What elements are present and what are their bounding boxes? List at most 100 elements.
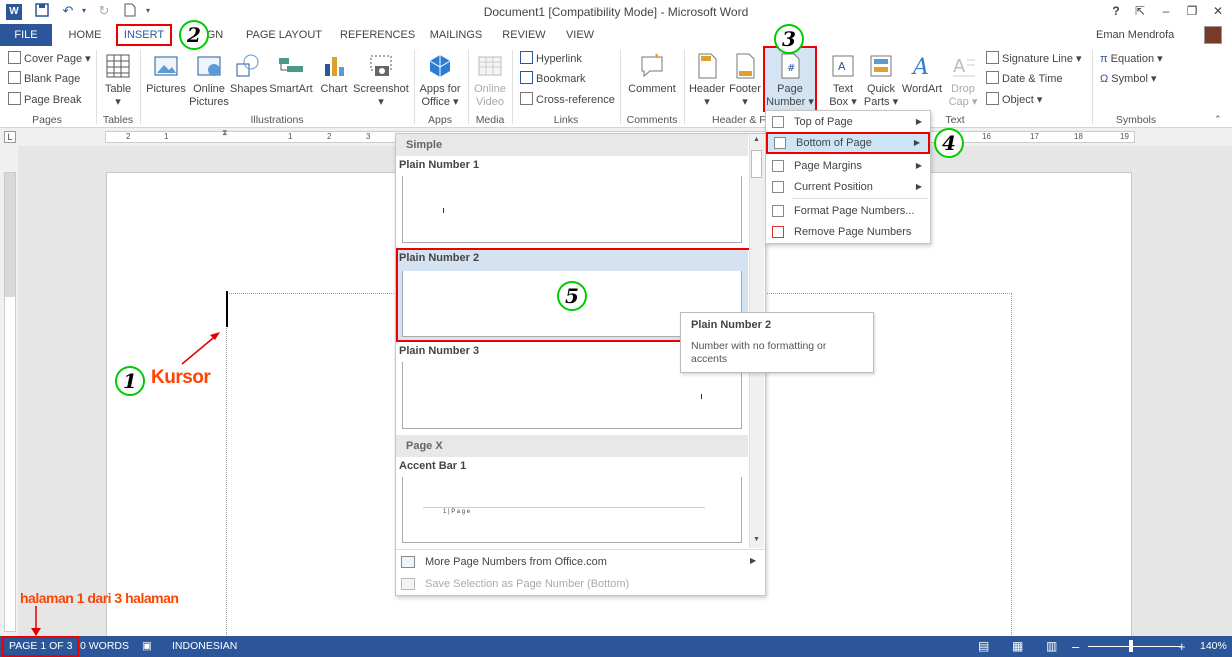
indent-marker-icon[interactable]: ⧗ — [222, 128, 230, 146]
cross-reference-icon — [520, 92, 533, 105]
comment-icon — [641, 53, 663, 78]
vertical-ruler[interactable] — [4, 172, 16, 632]
menu-divider — [792, 198, 928, 199]
object-icon — [986, 92, 999, 105]
tab-home[interactable]: HOME — [64, 24, 106, 46]
ribbon-display-options-icon[interactable]: ⇱ — [1130, 2, 1150, 20]
object-button[interactable]: Object ▾ — [986, 91, 1042, 109]
menu-item-current-position[interactable]: Current Position ▶ — [766, 176, 930, 198]
group-label-links: Links — [553, 114, 579, 126]
more-page-numbers-item[interactable]: More Page Numbers from Office.com — [425, 556, 607, 568]
page-break-button[interactable]: Page Break — [8, 91, 81, 109]
menu-item-format-page-numbers[interactable]: Format Page Numbers... — [766, 200, 930, 222]
cover-page-button[interactable]: Cover Page ▾ — [8, 50, 91, 68]
screenshot-button[interactable]: Screenshot ▾ — [352, 52, 410, 109]
tab-selector[interactable]: L — [4, 131, 16, 143]
text-box-icon: A — [832, 55, 854, 77]
zoom-slider[interactable] — [1088, 646, 1182, 647]
symbol-button[interactable]: Ω Symbol ▾ — [1100, 70, 1157, 88]
submenu-arrow-icon: ▶ — [915, 182, 922, 191]
word-count-status[interactable]: 0 WORDS — [80, 636, 129, 657]
zoom-slider-knob[interactable] — [1129, 640, 1134, 652]
tab-mailings[interactable]: MAILINGS — [426, 24, 486, 46]
shapes-button[interactable]: Shapes — [230, 52, 267, 96]
tab-file[interactable]: FILE — [0, 24, 52, 46]
quick-parts-button[interactable]: Quick Parts ▾ — [862, 52, 900, 109]
tooltip-description: Number with no formatting or accents — [691, 340, 827, 365]
bookmark-button[interactable]: Bookmark — [520, 70, 586, 88]
menu-item-page-margins[interactable]: Page Margins ▶ — [766, 155, 930, 177]
tab-review[interactable]: REVIEW — [500, 24, 548, 46]
wordart-button[interactable]: A WordArt — [900, 52, 944, 96]
web-layout-icon[interactable]: ▥ — [1046, 636, 1057, 657]
zoom-out-icon[interactable]: – — [1072, 636, 1079, 657]
print-layout-icon[interactable]: ▦ — [1012, 636, 1023, 657]
help-button[interactable]: ? — [1106, 2, 1126, 20]
tooltip: Plain Number 2 Number with no formatting… — [680, 312, 874, 373]
group-separator — [1092, 50, 1093, 124]
page-number-icon: # — [781, 53, 800, 79]
restore-button[interactable]: ❐ — [1182, 2, 1202, 20]
online-pictures-button[interactable]: Online Pictures — [188, 52, 230, 109]
language-status[interactable]: INDONESIAN — [172, 636, 237, 657]
zoom-level[interactable]: 140% — [1200, 636, 1227, 657]
chart-button[interactable]: Chart — [316, 52, 352, 96]
page-number-button[interactable]: # Page Number ▾ — [763, 46, 817, 112]
blank-page-icon — [8, 71, 21, 84]
ruler-mark: 3 — [366, 132, 371, 141]
text-box-button[interactable]: A Text Box ▾ — [824, 52, 862, 109]
menu-item-top-of-page[interactable]: Top of Page ▶ — [766, 111, 930, 133]
online-video-button[interactable]: Online Video — [470, 52, 510, 109]
avatar[interactable] — [1204, 26, 1222, 44]
group-separator — [684, 50, 685, 124]
header-button[interactable]: Header ▾ — [688, 52, 726, 109]
tab-references[interactable]: REFERENCES — [340, 24, 415, 46]
minimize-button[interactable]: – — [1156, 2, 1176, 20]
ruler-mark: 1 — [288, 132, 293, 141]
table-button[interactable]: Table ▾ — [100, 52, 136, 109]
page-count-status[interactable]: PAGE 1 OF 3 — [2, 636, 80, 657]
pictures-button[interactable]: Pictures — [144, 52, 188, 96]
tab-insert[interactable]: INSERT — [116, 24, 172, 46]
proofing-icon[interactable]: ▣ — [142, 636, 152, 657]
drop-cap-button[interactable]: A Drop Cap ▾ — [944, 52, 982, 109]
ruler-mark: 19 — [1120, 132, 1129, 141]
step-5-circle: 5 — [557, 281, 587, 311]
kursor-label: Kursor — [151, 367, 211, 388]
step-3-circle: 3 — [774, 24, 804, 54]
smartart-button[interactable]: SmartArt — [266, 52, 316, 96]
close-button[interactable]: ✕ — [1208, 2, 1228, 20]
hyperlink-button[interactable]: Hyperlink — [520, 50, 582, 68]
gallery-scrollbar-thumb[interactable] — [751, 150, 762, 178]
equation-button[interactable]: π Equation ▾ — [1100, 50, 1163, 68]
scroll-up-icon[interactable]: ▲ — [753, 136, 760, 143]
save-selection-item[interactable]: Save Selection as Page Number (Bottom) — [425, 578, 629, 590]
gallery-item-plain-number-1[interactable] — [402, 176, 742, 243]
collapse-ribbon-icon[interactable]: ⌃ — [1214, 114, 1222, 125]
pictures-icon — [154, 56, 178, 76]
remove-page-numbers-icon — [772, 226, 784, 238]
svg-text:A: A — [953, 56, 966, 77]
cross-reference-button[interactable]: Cross-reference — [520, 91, 615, 109]
footer-button[interactable]: Footer ▾ — [726, 52, 764, 109]
read-mode-icon[interactable]: ▤ — [978, 636, 989, 657]
gallery-item-accent-bar-1[interactable]: 1 | P a g e — [402, 477, 742, 543]
apps-for-office-button[interactable]: Apps for Office ▾ — [416, 52, 464, 109]
zoom-in-icon[interactable]: + — [1178, 636, 1186, 657]
tab-view[interactable]: VIEW — [562, 24, 598, 46]
menu-item-remove-page-numbers[interactable]: Remove Page Numbers — [766, 221, 930, 243]
date-time-button[interactable]: Date & Time — [986, 70, 1063, 88]
comment-button[interactable]: Comment — [624, 52, 680, 96]
group-separator — [512, 50, 513, 124]
bookmark-icon — [520, 71, 533, 84]
online-video-icon — [478, 56, 502, 76]
menu-item-bottom-of-page[interactable]: Bottom of Page ▶ — [766, 132, 930, 154]
ruler-mark: 17 — [1030, 132, 1039, 141]
group-label-media: Media — [475, 114, 505, 126]
scroll-down-icon[interactable]: ▼ — [753, 536, 760, 543]
blank-page-button[interactable]: Blank Page — [8, 70, 80, 88]
group-separator — [140, 50, 141, 124]
user-name[interactable]: Eman Mendrofa — [1096, 24, 1174, 46]
tab-page-layout[interactable]: PAGE LAYOUT — [244, 24, 324, 46]
signature-line-button[interactable]: Signature Line ▾ — [986, 50, 1082, 68]
